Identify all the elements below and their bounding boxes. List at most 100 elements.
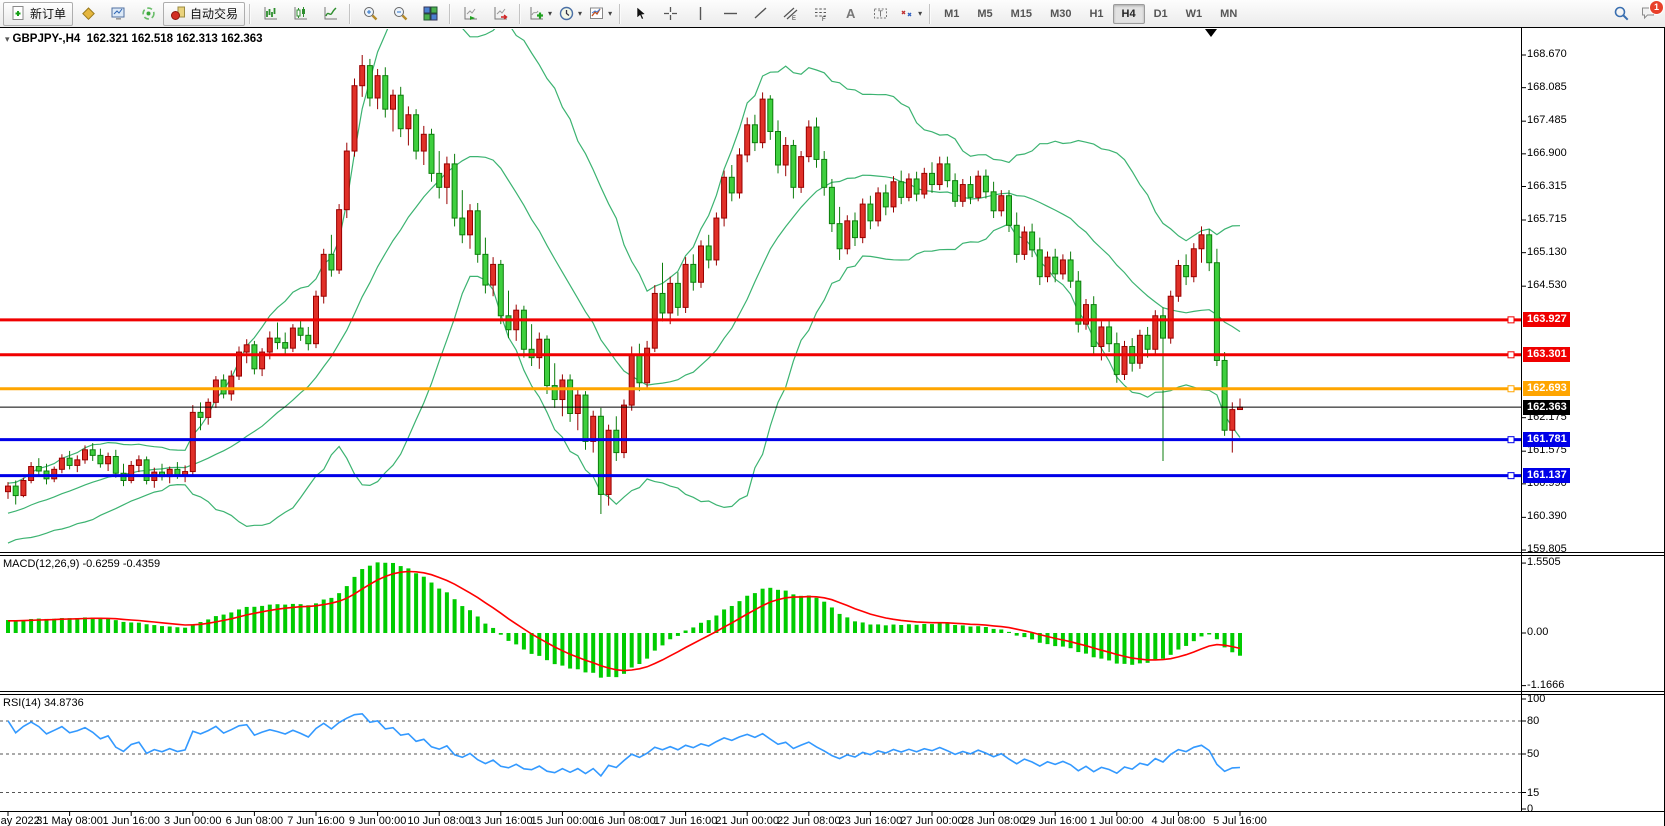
rsi-line: [8, 714, 1240, 776]
rsi-indicator-label: RSI(14) 34.8736: [3, 697, 84, 709]
timeframe-h4[interactable]: H4: [1113, 4, 1145, 24]
candles-chart-icon: [292, 5, 309, 22]
price-axis-label: 166.900: [1527, 147, 1567, 159]
time-axis-label: 13 Jun 16:00: [469, 815, 533, 826]
bars-chart-button[interactable]: [255, 2, 285, 26]
chart-area[interactable]: ▾GBPJPY-,H4 162.321 162.518 162.313 162.…: [0, 27, 1665, 826]
rsi-axis-label: 100: [1527, 693, 1545, 705]
new-order-icon: [10, 5, 27, 22]
macd-axis-label: 1.5505: [1527, 556, 1561, 568]
time-axis-label: 27 Jun 00:00: [900, 815, 964, 826]
line-chart-button[interactable]: [315, 2, 345, 26]
toolbar-separator: [619, 4, 621, 24]
timeframe-d1[interactable]: D1: [1145, 4, 1177, 24]
chart-shift-icon: [492, 5, 509, 22]
symbol-dropdown-icon[interactable]: ▾: [5, 34, 10, 44]
timeframe-m30[interactable]: M30: [1041, 4, 1080, 24]
auto-trading-label: 自动交易: [190, 5, 238, 22]
bars-chart-icon: [262, 5, 279, 22]
time-axis-label: 28 Jun 08:00: [962, 815, 1026, 826]
zoom-in-button[interactable]: [355, 2, 385, 26]
tile-windows-button[interactable]: [415, 2, 445, 26]
trendline-button[interactable]: [745, 2, 775, 26]
indicators-button[interactable]: ▾: [525, 2, 555, 26]
fibonacci-icon: F: [812, 5, 829, 22]
search-button[interactable]: [1613, 5, 1630, 22]
auto-trading-icon: [170, 5, 187, 22]
crosshair-button[interactable]: [655, 2, 685, 26]
rsi-pane: [0, 714, 1521, 793]
svg-text:T: T: [878, 9, 883, 18]
price-axis-label: 167.485: [1527, 114, 1567, 126]
toolbar-separator: [519, 4, 521, 24]
symbol-ohlc-line: ▾GBPJPY-,H4 162.321 162.518 162.313 162.…: [5, 33, 263, 45]
toolbar-separator: [449, 4, 451, 24]
price-axis-label: 168.670: [1527, 48, 1567, 60]
macd-axis-label: 0.00: [1527, 626, 1548, 638]
arrows-button[interactable]: ▾: [895, 2, 925, 26]
time-axis-label: 16 Jun 08:00: [592, 815, 656, 826]
channel-button[interactable]: E: [775, 2, 805, 26]
time-axis-label: 1 Jul 00:00: [1090, 815, 1144, 826]
signal-button[interactable]: [133, 2, 163, 26]
templates-button[interactable]: ▾: [585, 2, 615, 26]
text-button[interactable]: A: [835, 2, 865, 26]
new-order-button[interactable]: 新订单: [3, 2, 73, 26]
auto-trading-button[interactable]: 自动交易: [163, 2, 245, 26]
profiles-icon: [80, 5, 97, 22]
time-axis-label: 9 Jun 00:00: [349, 815, 407, 826]
chart-shift-button[interactable]: [485, 2, 515, 26]
new-order-label: 新订单: [30, 5, 66, 22]
horizontal-line-button[interactable]: [715, 2, 745, 26]
zoom-out-button[interactable]: [385, 2, 415, 26]
chevron-down-icon[interactable]: ▾: [918, 10, 922, 18]
candles-chart-button[interactable]: [285, 2, 315, 26]
chevron-down-icon[interactable]: ▾: [578, 10, 582, 18]
auto-scroll-button[interactable]: [455, 2, 485, 26]
timeframe-w1[interactable]: W1: [1177, 4, 1212, 24]
chevron-down-icon[interactable]: ▾: [548, 10, 552, 18]
text-label-button[interactable]: T: [865, 2, 895, 26]
chart-canvas[interactable]: [0, 28, 1665, 826]
toolbar-separator: [249, 4, 251, 24]
time-axis-label: 5 Jul 16:00: [1213, 815, 1267, 826]
periods-button[interactable]: ▾: [555, 2, 585, 26]
timeframe-m5[interactable]: M5: [968, 4, 1001, 24]
price-line-label: 162.693: [1523, 381, 1570, 396]
templates-icon: [588, 5, 605, 22]
time-axis-label: 17 Jun 16:00: [654, 815, 718, 826]
line-chart-icon: [322, 5, 339, 22]
cursor-button[interactable]: [625, 2, 655, 26]
price-axis-label: 168.085: [1527, 81, 1567, 93]
price-line-label: 161.781: [1523, 432, 1570, 447]
vertical-line-button[interactable]: [685, 2, 715, 26]
crosshair-icon: [662, 5, 679, 22]
fibonacci-button[interactable]: F: [805, 2, 835, 26]
chevron-down-icon[interactable]: ▾: [608, 10, 612, 18]
toolbar-separator: [929, 4, 931, 24]
market-watch-button[interactable]: [103, 2, 133, 26]
market-watch-icon: [110, 5, 127, 22]
timeframe-mn[interactable]: MN: [1211, 4, 1246, 24]
chat-button[interactable]: 1: [1640, 5, 1657, 22]
toolbar-separator: [349, 4, 351, 24]
timeframe-h1[interactable]: H1: [1080, 4, 1112, 24]
profiles-button[interactable]: [73, 2, 103, 26]
channel-icon: E: [782, 5, 799, 22]
candles-layer: [6, 55, 1243, 514]
timeframe-m15[interactable]: M15: [1002, 4, 1041, 24]
toolbar: 新订单 自动交易 ▾ ▾ ▾ EFA T ▾ M1M5M15M30H1H4D1W1MN 1: [0, 0, 1665, 27]
chart-shift-marker[interactable]: [1205, 29, 1217, 37]
mt4-window: 新订单 自动交易 ▾ ▾ ▾ EFA T ▾ M1M5M15M30H1H4D1W1MN 1 ▾GB…: [0, 0, 1665, 826]
price-axis-label: 166.315: [1527, 180, 1567, 192]
trendline-icon: [752, 5, 769, 22]
macd-histogram: [6, 562, 1242, 677]
price-axis-label: 165.715: [1527, 213, 1567, 225]
cursor-icon: [632, 5, 649, 22]
time-axis-label: 21 Jun 00:00: [715, 815, 779, 826]
arrows-icon: [898, 5, 915, 22]
time-axis-label: 4 Jul 08:00: [1151, 815, 1205, 826]
timeframe-m1[interactable]: M1: [935, 4, 968, 24]
current-price-label: 162.363: [1523, 400, 1570, 415]
indicators-icon: [528, 5, 545, 22]
